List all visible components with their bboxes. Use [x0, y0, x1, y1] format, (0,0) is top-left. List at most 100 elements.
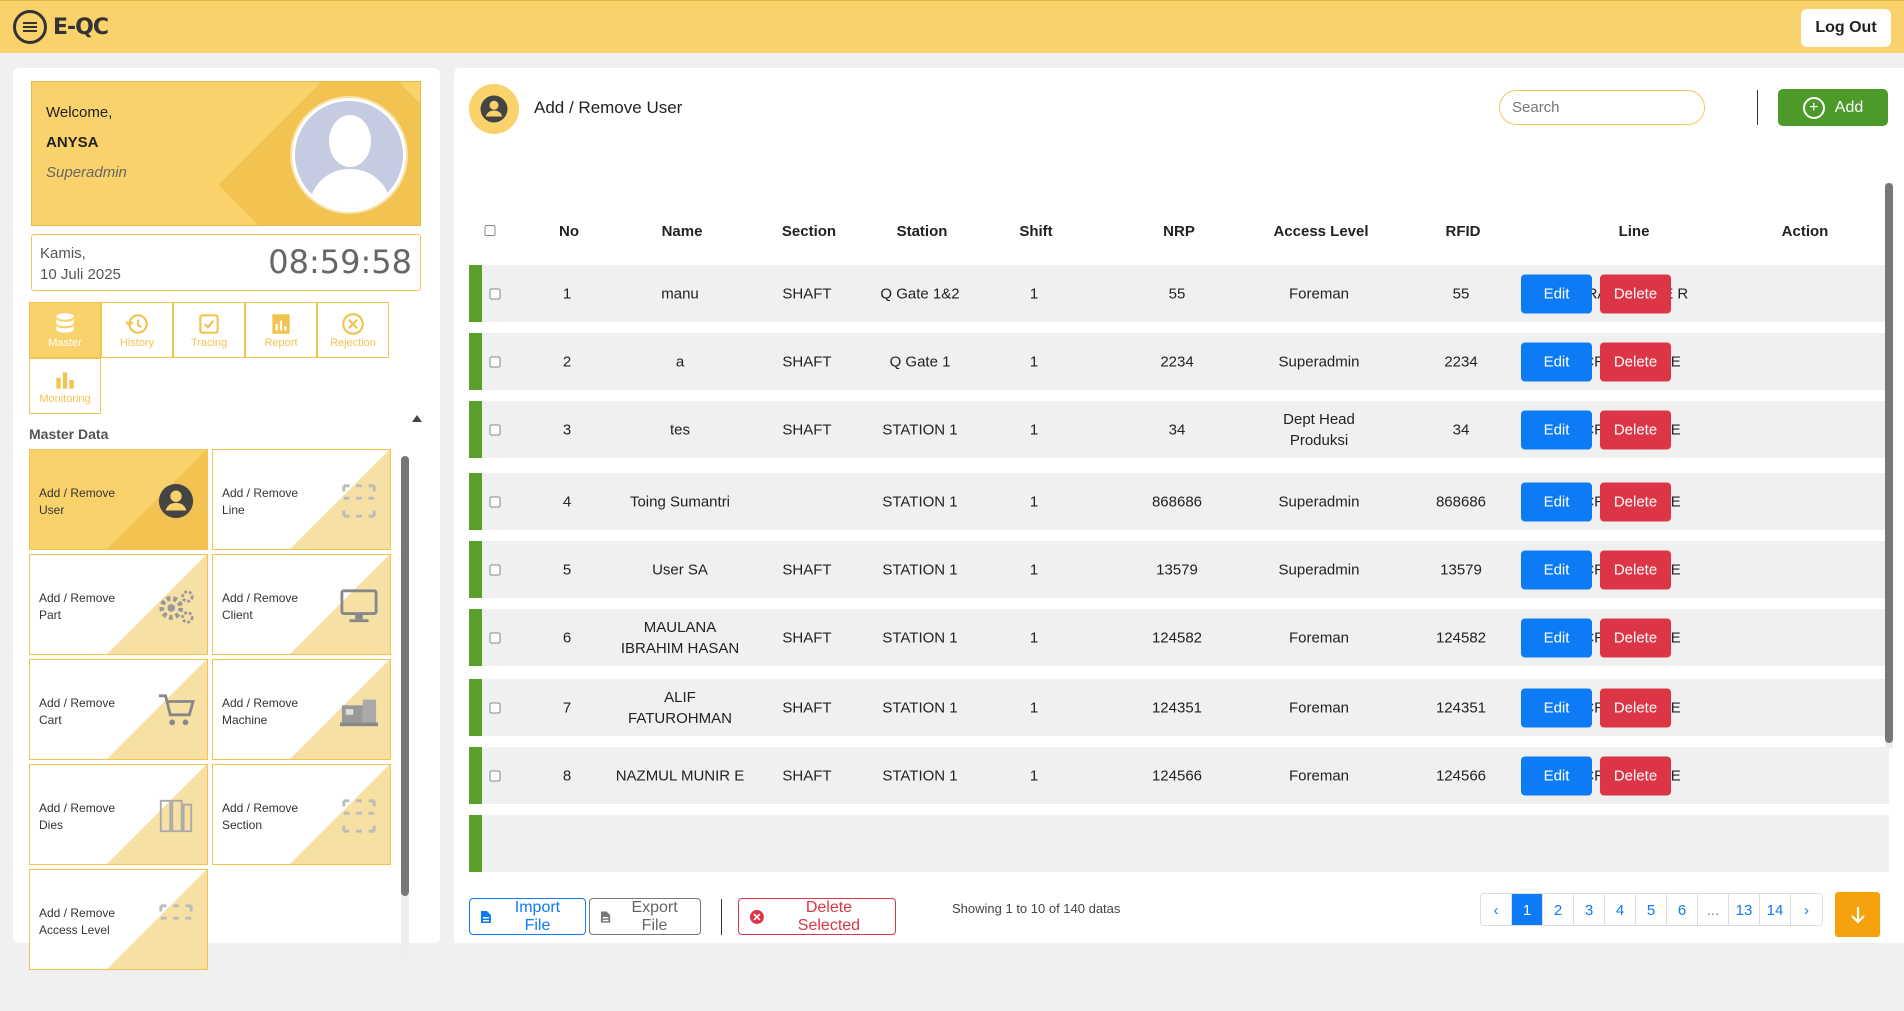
- tile-add-remove-client[interactable]: Add / Remove Client: [212, 554, 391, 655]
- row-select: [489, 702, 501, 713]
- app-logo: E-QC: [13, 10, 109, 44]
- file-icon: [600, 910, 611, 923]
- cell-no: 7: [562, 699, 572, 716]
- tile-add-remove-access-level[interactable]: Add / Remove Access Level: [29, 869, 208, 970]
- tab-tracing[interactable]: Tracing: [173, 302, 245, 358]
- welcome-greeting: Welcome,: [46, 104, 113, 121]
- delete-selected-button[interactable]: Delete Selected: [738, 898, 896, 935]
- delete-button[interactable]: Delete: [1600, 618, 1671, 657]
- tile-label: Add / Remove Access Level: [39, 906, 116, 937]
- cell-section: SHAFT: [782, 285, 832, 302]
- col-rfid: RFID: [1445, 223, 1481, 240]
- cell-station: STATION 1: [882, 493, 958, 510]
- edit-button[interactable]: Edit: [1521, 550, 1592, 589]
- edit-button[interactable]: Edit: [1521, 482, 1592, 521]
- export-file-button[interactable]: Export File: [589, 898, 701, 935]
- edit-button[interactable]: Edit: [1521, 410, 1592, 449]
- row-checkbox[interactable]: [489, 424, 501, 435]
- monitoring-icon: [56, 372, 74, 389]
- page-button[interactable]: ...: [1698, 894, 1729, 925]
- delete-button[interactable]: Delete: [1600, 550, 1671, 589]
- cell-access: Foreman: [1288, 699, 1350, 716]
- row-checkbox[interactable]: [489, 632, 501, 643]
- delete-button[interactable]: Delete: [1600, 274, 1671, 313]
- master-tiles: Add / Remove User Add / Remove Line Add …: [29, 449, 399, 1011]
- tile-add-remove-user[interactable]: Add / Remove User: [29, 449, 208, 550]
- delete-button[interactable]: Delete: [1600, 756, 1671, 795]
- sidebar-scrollbar[interactable]: [401, 456, 409, 961]
- page-button[interactable]: 6: [1667, 894, 1698, 925]
- cell-name: ALIF FATUROHMAN: [628, 688, 732, 727]
- welcome-card: Welcome, ANYSA Superadmin: [31, 81, 421, 226]
- cell-access: Foreman: [1288, 629, 1350, 646]
- row-checkbox[interactable]: [489, 356, 501, 367]
- cell-no: 4: [562, 493, 572, 510]
- tab-rejection[interactable]: Rejection: [317, 302, 389, 358]
- row-select: [489, 564, 501, 575]
- scroll-up-icon[interactable]: [412, 415, 422, 422]
- row-checkbox[interactable]: [489, 702, 501, 713]
- tile-label: Add / Remove Part: [39, 591, 116, 622]
- cell-section: SHAFT: [782, 421, 832, 438]
- tile-add-remove-cart[interactable]: Add / Remove Cart: [29, 659, 208, 760]
- tile-label: Add / Remove Client: [222, 591, 299, 622]
- table-scrollbar[interactable]: [1885, 183, 1893, 748]
- cart-icon: [158, 694, 195, 726]
- tab-master[interactable]: Master: [29, 302, 101, 358]
- tab-history[interactable]: History: [101, 302, 173, 358]
- delete-button[interactable]: Delete: [1600, 688, 1671, 727]
- tab-monitoring[interactable]: Monitoring: [29, 358, 101, 414]
- edit-button[interactable]: Edit: [1521, 688, 1592, 727]
- delete-button[interactable]: Delete: [1600, 410, 1671, 449]
- cell-rfid: 124351: [1435, 699, 1487, 716]
- table-body: 1manuSHAFTQ Gate 1&2155Foreman55CRANK CA…: [469, 265, 1889, 933]
- cell-no: 1: [562, 285, 572, 302]
- row-checkbox[interactable]: [489, 770, 501, 781]
- page-button[interactable]: 2: [1543, 894, 1574, 925]
- select-all-checkbox[interactable]: [484, 225, 496, 236]
- edit-button[interactable]: Edit: [1521, 274, 1592, 313]
- row-select: [489, 632, 501, 643]
- tab-report[interactable]: Report: [245, 302, 317, 358]
- tile-add-remove-dies[interactable]: Add / Remove Dies: [29, 764, 208, 865]
- page-button[interactable]: 4: [1605, 894, 1636, 925]
- search-input[interactable]: [1500, 91, 1704, 124]
- pagination: ‹ 1 2 3 4 5 6... 13 14 ›: [1480, 893, 1823, 926]
- table-row: [469, 815, 1889, 872]
- edit-button[interactable]: Edit: [1521, 618, 1592, 657]
- cell-access: Superadmin: [1278, 353, 1360, 370]
- tile-add-remove-part[interactable]: Add / Remove Part: [29, 554, 208, 655]
- page-button[interactable]: 13: [1729, 894, 1760, 925]
- cell-station: STATION 1: [882, 629, 958, 646]
- row-checkbox[interactable]: [489, 496, 501, 507]
- cell-rfid: 124566: [1435, 767, 1487, 784]
- cell-no: 3: [562, 421, 572, 438]
- add-user-button[interactable]: + Add: [1778, 89, 1888, 126]
- page-button[interactable]: 1: [1512, 894, 1543, 925]
- cell-name: User SA: [652, 561, 708, 578]
- page-button[interactable]: 5: [1636, 894, 1667, 925]
- cell-shift: 1: [1029, 421, 1039, 438]
- scroll-down-button[interactable]: [1835, 892, 1880, 937]
- logout-button[interactable]: Log Out: [1801, 9, 1891, 47]
- row-checkbox[interactable]: [489, 564, 501, 575]
- edit-button[interactable]: Edit: [1521, 342, 1592, 381]
- page-button[interactable]: 3: [1574, 894, 1605, 925]
- delete-button[interactable]: Delete: [1600, 482, 1671, 521]
- close-circle-icon: [749, 909, 764, 924]
- page-button[interactable]: ›: [1791, 894, 1822, 925]
- page-button[interactable]: ‹: [1481, 894, 1512, 925]
- tile-add-remove-line[interactable]: Add / Remove Line: [212, 449, 391, 550]
- cell-station: STATION 1: [882, 699, 958, 716]
- tile-add-remove-section[interactable]: Add / Remove Section: [212, 764, 391, 865]
- delete-button[interactable]: Delete: [1600, 342, 1671, 381]
- tile-add-remove-machine[interactable]: Add / Remove Machine: [212, 659, 391, 760]
- page-button[interactable]: 14: [1760, 894, 1791, 925]
- import-file-button[interactable]: Import File: [469, 898, 586, 935]
- grid-icon: [342, 799, 376, 833]
- row-checkbox[interactable]: [489, 288, 501, 299]
- cell-nrp: 124351: [1151, 699, 1203, 716]
- edit-button[interactable]: Edit: [1521, 756, 1592, 795]
- import-label: Import File: [514, 898, 561, 934]
- cell-nrp: 124566: [1151, 767, 1203, 784]
